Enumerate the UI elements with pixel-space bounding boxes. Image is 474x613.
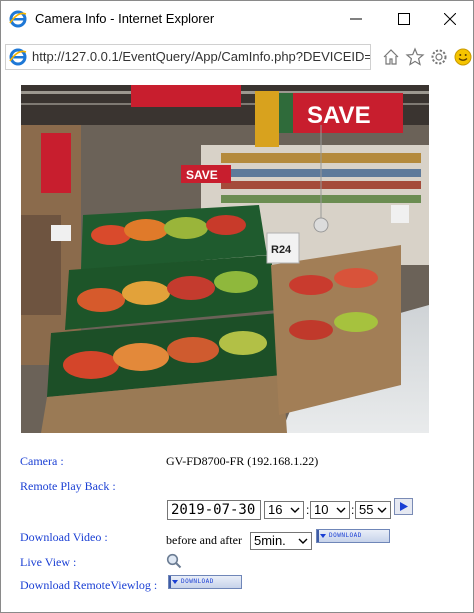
playback-date-field[interactable]: 2019-07-30 (167, 500, 261, 520)
svg-text:SAVE: SAVE (186, 168, 218, 182)
download-remoteviewlog-button[interactable]: DOWNLOAD (168, 575, 242, 589)
svg-text:R24: R24 (271, 244, 292, 256)
url-field[interactable]: http://127.0.0.1/EventQuery/App/CamInfo.… (5, 44, 371, 70)
download-remoteviewlog-label: Download RemoteViewlog : (20, 578, 158, 592)
internet-explorer-icon (9, 10, 27, 28)
camera-label-row: Camera : (20, 454, 64, 468)
time-separator: : (351, 503, 355, 517)
duration-select[interactable]: 5min. (250, 532, 312, 550)
address-bar: http://127.0.0.1/EventQuery/App/CamInfo.… (1, 41, 473, 73)
maximize-icon (398, 13, 410, 25)
hour-value: 16 (268, 502, 283, 517)
minute-select[interactable]: 10 (310, 501, 350, 519)
maximize-button[interactable] (381, 1, 427, 37)
close-icon (444, 13, 456, 25)
live-view-label: Live View : (20, 555, 77, 569)
time-separator: : (306, 503, 310, 517)
before-after-text: before and after (166, 533, 242, 547)
download-log-button-label: DOWNLOAD (181, 578, 214, 585)
chevron-down-icon (336, 507, 346, 513)
second-value: 55 (359, 502, 374, 517)
chevron-down-icon (290, 507, 300, 513)
duration-value: 5min. (254, 533, 286, 548)
download-arrow-icon (172, 580, 178, 584)
camera-snapshot-image: SAVE SAVE R24 (21, 85, 429, 433)
remote-playback-label-row: Remote Play Back : (20, 479, 116, 493)
minimize-button[interactable] (333, 1, 379, 37)
chevron-down-icon (298, 538, 308, 544)
chevron-down-icon (377, 507, 387, 513)
hour-select[interactable]: 16 (264, 501, 304, 519)
home-icon[interactable] (381, 47, 401, 67)
camera-value-row: GV-FD8700-FR (192.168.1.22) (166, 454, 319, 468)
svg-text:SAVE: SAVE (307, 102, 371, 129)
url-text: http://127.0.0.1/EventQuery/App/CamInfo.… (32, 49, 371, 64)
minute-value: 10 (314, 502, 329, 517)
download-video-label: Download Video : (20, 530, 108, 544)
page-ie-icon (9, 48, 27, 66)
play-button[interactable] (394, 498, 413, 515)
window-title: Camera Info - Internet Explorer (35, 11, 215, 26)
title-bar: Camera Info - Internet Explorer (1, 1, 473, 37)
magnifier-icon[interactable] (166, 553, 182, 569)
download-arrow-icon (320, 534, 326, 538)
playback-date-text: 2019-07-30 (171, 502, 256, 518)
second-select[interactable]: 55 (355, 501, 391, 519)
download-video-button-label: DOWNLOAD (329, 532, 362, 539)
feedback-smiley-icon[interactable] (453, 47, 473, 67)
minimize-icon (350, 18, 362, 20)
browser-window: Camera Info - Internet Explorer http://1… (0, 0, 474, 613)
download-video-button[interactable]: DOWNLOAD (316, 529, 390, 543)
favorites-star-icon[interactable] (405, 47, 425, 67)
close-button[interactable] (427, 1, 473, 37)
settings-gear-icon[interactable] (429, 47, 449, 67)
